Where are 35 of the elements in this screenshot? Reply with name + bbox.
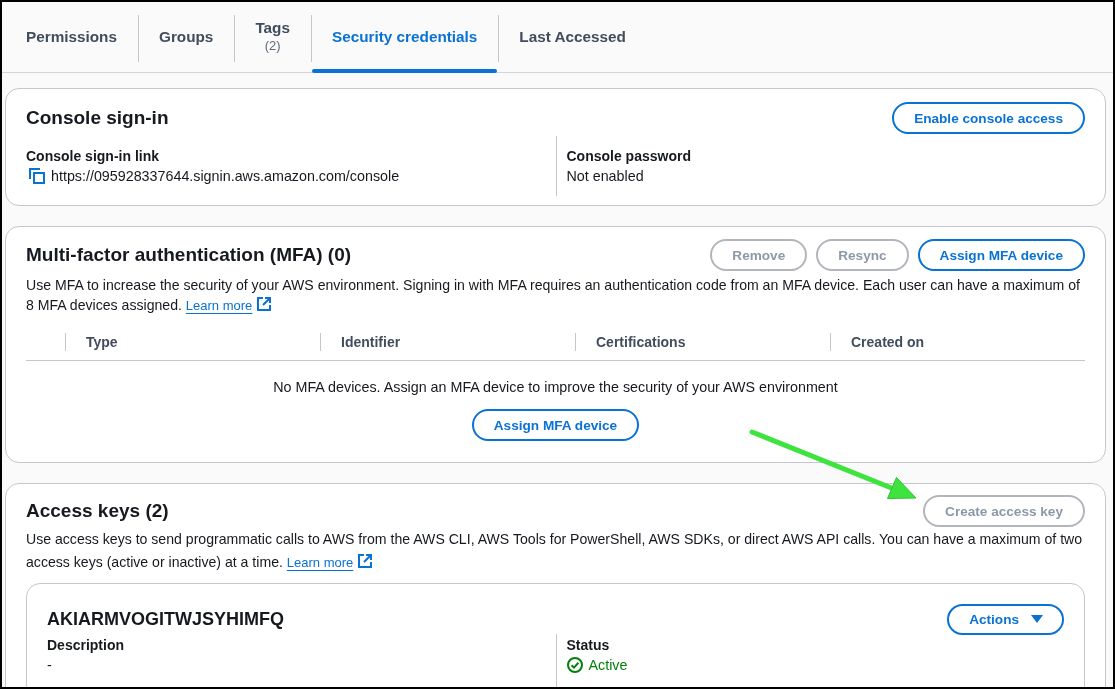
section-description: Use access keys to send programmatic calls to AWS from the AWS CLI, AWS Tools for PowerShell, AWS SDKs, or direct AWS API calls. You can have a maximum of two access keys (active or inactive) at a time. Learn more [26, 530, 1084, 572]
check-circle-icon [566, 657, 583, 673]
panel-title: Multi-factor authentication (MFA) (0) [26, 244, 352, 266]
actions-button[interactable]: Actions [947, 603, 1064, 635]
field-label: Console sign-in link [26, 147, 160, 166]
status-value: Active [588, 656, 628, 675]
field-label: Description [47, 636, 125, 655]
tab[interactable]: Permissions [5, 2, 138, 72]
field-label: Status [566, 636, 611, 655]
tab[interactable]: Tags (2) [234, 2, 311, 72]
copy-icon[interactable] [29, 168, 45, 184]
assign-mfa-device-button[interactable]: Assign MFA device [471, 409, 640, 441]
external-link-icon [358, 554, 373, 568]
caret-down-icon [1031, 615, 1043, 623]
panel-title: Console sign-in [26, 107, 169, 129]
field-value: - [47, 656, 53, 675]
column-header: Identifier [320, 324, 575, 360]
field-value: Not enabled [566, 167, 645, 186]
field-label: Console password [566, 147, 692, 166]
sign-in-url: https://095928337644.signin.aws.amazon.com/console [51, 167, 400, 186]
column-header: Created on [830, 324, 1085, 360]
column-header: Type [65, 324, 320, 360]
learn-more-link[interactable]: Learn more [185, 298, 272, 313]
tab[interactable]: Security credentials [310, 2, 499, 72]
section-description: Use MFA to increase the security of your AWS environment. Signing in with MFA requires an authentication code from an MFA device. Each user can have a maximum of 8 MFA devices assigned. Learn more [26, 276, 1081, 315]
panel-title: Access keys (2) [26, 500, 169, 522]
external-link-icon [257, 297, 272, 311]
enable-console-access-button[interactable]: Enable console access [892, 102, 1085, 134]
tab[interactable]: Groups [138, 2, 235, 72]
column-header: Certifications [575, 324, 830, 360]
tab[interactable]: Last Accessed [498, 2, 647, 72]
assign-mfa-device-button[interactable]: Assign MFA device [917, 239, 1085, 271]
empty-state-message: No MFA devices. Assign an MFA device to improve the security of your AWS environment [272, 378, 839, 397]
access-key-id: AKIARMVOGITWJSYHIMFQ [47, 608, 284, 630]
learn-more-link[interactable]: Learn more [286, 555, 373, 570]
